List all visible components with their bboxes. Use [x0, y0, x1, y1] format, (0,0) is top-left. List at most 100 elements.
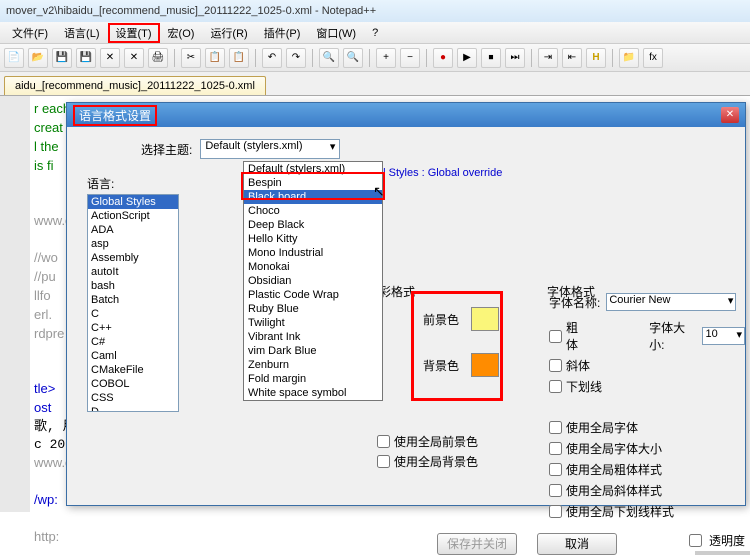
lang-item[interactable]: C++ [88, 321, 178, 335]
menu-lang[interactable]: 语言(L) [56, 25, 107, 41]
theme-item[interactable]: Smart HighLighting [244, 400, 382, 401]
paste-icon[interactable]: 📋 [229, 48, 249, 68]
menu-file[interactable]: 文件(F) [4, 25, 56, 41]
theme-item[interactable]: Vibrant Ink [244, 330, 382, 344]
font-size-select[interactable]: 10 ▾ [702, 327, 745, 345]
dialog-title: 语言格式设置 [73, 105, 157, 126]
toolbar: 📄 📂 💾 💾 ✕ ✕ 🖨 ✂ 📋 📋 ↶ ↷ 🔍 🔍 + − ● ▶ ⏹ ⏭ … [0, 44, 750, 72]
bold-checkbox[interactable] [549, 330, 562, 343]
use-global-bold-checkbox[interactable] [549, 463, 562, 476]
chevron-down-icon: ▾ [736, 328, 742, 341]
play-icon[interactable]: ▶ [457, 48, 477, 68]
open-icon[interactable]: 📂 [28, 48, 48, 68]
theme-item[interactable]: White space symbol [244, 386, 382, 400]
style-dialog: 语言格式设置 ✕ 选择主题: Default (stylers.xml) ▾ 语… [66, 102, 746, 506]
menu-run[interactable]: 运行(R) [202, 25, 255, 41]
new-icon[interactable]: 📄 [4, 48, 24, 68]
theme-select[interactable]: Default (stylers.xml) ▾ [200, 139, 340, 159]
theme-dropdown[interactable]: Default (stylers.xml)BespinBlack boardCh… [243, 161, 383, 401]
theme-item[interactable]: Ruby Blue [244, 302, 382, 316]
use-global-fg-checkbox[interactable] [377, 435, 390, 448]
zoomout-icon[interactable]: − [400, 48, 420, 68]
lang-item[interactable]: ADA [88, 223, 178, 237]
background-row: 背景色 [423, 353, 499, 377]
copy-icon[interactable]: 📋 [205, 48, 225, 68]
record-icon[interactable]: ● [433, 48, 453, 68]
file-tab[interactable]: aidu_[recommend_music]_20111222_1025-0.x… [4, 76, 266, 95]
bg-color-swatch[interactable] [471, 353, 499, 377]
lang-item[interactable]: COBOL [88, 377, 178, 391]
dialog-titlebar[interactable]: 语言格式设置 ✕ [67, 103, 745, 127]
print-icon[interactable]: 🖨 [148, 48, 168, 68]
lang-item[interactable]: Batch [88, 293, 178, 307]
menu-window[interactable]: 窗口(W) [308, 25, 364, 41]
use-global-bg-checkbox[interactable] [377, 455, 390, 468]
save-icon[interactable]: 💾 [52, 48, 72, 68]
undo-icon[interactable]: ↶ [262, 48, 282, 68]
func-icon[interactable]: fx [643, 48, 663, 68]
theme-item[interactable]: Bespin [244, 176, 382, 190]
bg-label: 背景色 [423, 357, 459, 374]
theme-item[interactable]: Mono Industrial [244, 246, 382, 260]
font-name-label: 字体名称: [549, 294, 600, 311]
font-section: 字体名称: Courier New ▾ 粗体 字体大小: 10 ▾ 斜体 下划线… [549, 293, 745, 524]
theme-item[interactable]: Zenburn [244, 358, 382, 372]
theme-item[interactable]: Monokai [244, 260, 382, 274]
transparency-slider[interactable] [695, 551, 750, 555]
lang-item[interactable]: Caml [88, 349, 178, 363]
title-bar: mover_v2\hibaidu_[recommend_music]_20111… [0, 0, 750, 22]
menu-settings[interactable]: 设置(T) [108, 23, 160, 43]
transparency-checkbox[interactable] [689, 534, 702, 547]
playback-icon[interactable]: ⏭ [505, 48, 525, 68]
closeall-icon[interactable]: ✕ [124, 48, 144, 68]
stop-icon[interactable]: ⏹ [481, 48, 501, 68]
use-global-italic-checkbox[interactable] [549, 484, 562, 497]
folder-icon[interactable]: 📁 [619, 48, 639, 68]
find-icon[interactable]: 🔍 [319, 48, 339, 68]
underline-checkbox[interactable] [549, 380, 562, 393]
use-global-size-checkbox[interactable] [549, 442, 562, 455]
menu-help[interactable]: ? [364, 27, 386, 39]
theme-item[interactable]: Default (stylers.xml) [244, 162, 382, 176]
italic-checkbox[interactable] [549, 359, 562, 372]
theme-item[interactable]: Deep Black [244, 218, 382, 232]
hidden-icon[interactable]: H [586, 48, 606, 68]
lang-item[interactable]: bash [88, 279, 178, 293]
language-listbox[interactable]: Global StylesActionScriptADAaspAssemblya… [87, 194, 179, 412]
lang-item[interactable]: Assembly [88, 251, 178, 265]
lang-item[interactable]: D [88, 405, 178, 412]
lang-item[interactable]: CSS [88, 391, 178, 405]
cut-icon[interactable]: ✂ [181, 48, 201, 68]
theme-item[interactable]: Fold margin [244, 372, 382, 386]
lang-item[interactable]: asp [88, 237, 178, 251]
lang-item[interactable]: CMakeFile [88, 363, 178, 377]
theme-item[interactable]: Black board [244, 190, 382, 204]
theme-item[interactable]: Twilight [244, 316, 382, 330]
saveall-icon[interactable]: 💾 [76, 48, 96, 68]
menu-bar: 文件(F) 语言(L) 设置(T) 宏(O) 运行(R) 插件(P) 窗口(W)… [0, 22, 750, 44]
indent-icon[interactable]: ⇥ [538, 48, 558, 68]
use-global-font-checkbox[interactable] [549, 421, 562, 434]
dialog-close-icon[interactable]: ✕ [721, 107, 739, 123]
lang-item[interactable]: autoIt [88, 265, 178, 279]
theme-item[interactable]: Obsidian [244, 274, 382, 288]
zoomin-icon[interactable]: + [376, 48, 396, 68]
theme-item[interactable]: Hello Kitty [244, 232, 382, 246]
lang-item[interactable]: C [88, 307, 178, 321]
theme-item[interactable]: Plastic Code Wrap [244, 288, 382, 302]
theme-item[interactable]: vim Dark Blue [244, 344, 382, 358]
menu-plugins[interactable]: 插件(P) [256, 25, 309, 41]
close-icon[interactable]: ✕ [100, 48, 120, 68]
fg-color-swatch[interactable] [471, 307, 499, 331]
lang-item[interactable]: Global Styles [88, 195, 178, 209]
save-close-button[interactable]: 保存并关闭 [437, 533, 517, 555]
redo-icon[interactable]: ↷ [286, 48, 306, 68]
outdent-icon[interactable]: ⇤ [562, 48, 582, 68]
menu-macro[interactable]: 宏(O) [160, 25, 203, 41]
cancel-button[interactable]: 取消 [537, 533, 617, 555]
lang-item[interactable]: C# [88, 335, 178, 349]
theme-item[interactable]: Choco [244, 204, 382, 218]
font-name-select[interactable]: Courier New ▾ [606, 293, 736, 311]
replace-icon[interactable]: 🔍 [343, 48, 363, 68]
lang-item[interactable]: ActionScript [88, 209, 178, 223]
